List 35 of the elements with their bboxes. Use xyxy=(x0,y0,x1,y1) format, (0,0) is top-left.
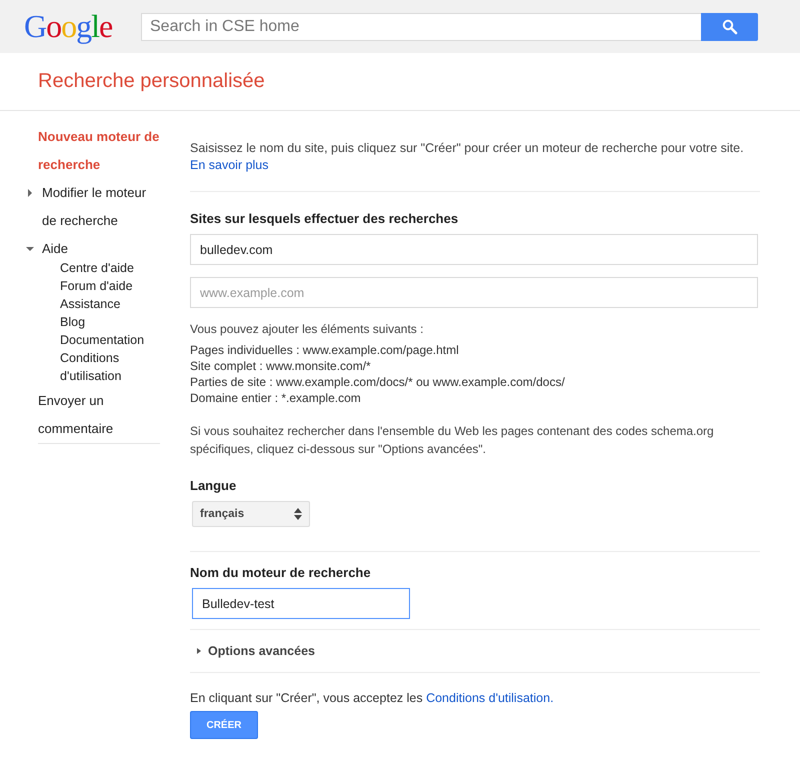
advanced-options-toggle[interactable]: Options avancées xyxy=(190,644,326,658)
terms-text: En cliquant sur "Créer", vous acceptez les Conditions d'utilisation. xyxy=(190,691,555,705)
sidebar-subitem[interactable]: Conditions d'utilisation xyxy=(60,349,160,385)
search-icon xyxy=(722,18,738,34)
page-title: Recherche personnalisée xyxy=(38,70,265,93)
google-logo[interactable]: Google xyxy=(24,8,114,45)
language-select[interactable]: français xyxy=(192,501,310,527)
sidebar-subitem[interactable]: Blog xyxy=(60,313,160,331)
sidebar-subitem[interactable]: Forum d'aide xyxy=(60,277,160,295)
hint-line: Pages individuelles : www.example.com/page.html xyxy=(190,342,460,358)
expander-icon xyxy=(26,245,34,253)
search-field[interactable]: Search in CSE home xyxy=(141,12,701,40)
sidebar-item[interactable]: Modifier le moteur de recherche xyxy=(22,179,160,235)
expander-icon xyxy=(196,647,202,655)
sidebar-subitem[interactable]: Assistance xyxy=(60,295,160,313)
intro-text: Saisissez le nom du site, puis cliquez sur "Créer" pour créer un moteur de recherche pour votre site. En savoir plus xyxy=(190,140,745,174)
site-input-field[interactable]: www.example.com xyxy=(190,277,758,308)
section-heading: Sites sur lesquels effectuer des recherches xyxy=(190,211,460,226)
updown-icon xyxy=(294,508,302,520)
hint-line: Domaine entier : *.example.com xyxy=(190,390,362,406)
expander-icon xyxy=(26,189,34,197)
schema-note: Si vous souhaitez rechercher dans l'ensemble du Web les pages contenant des codes schema.org spécifiques, cliquez ci-dessous sur "Options avancées". xyxy=(190,423,715,458)
engine-name-field[interactable]: Bulledev-test xyxy=(192,588,410,619)
hint-line: Parties de site : www.example.com/docs/* ou www.example.com/docs/ xyxy=(190,374,566,390)
learn-more-link[interactable]: En savoir plus xyxy=(190,158,269,172)
terms-link[interactable]: Conditions d'utilisation. xyxy=(426,691,554,705)
hint-text: Vous pouvez ajouter les éléments suivants : xyxy=(190,321,424,338)
sidebar-subitem[interactable]: Documentation xyxy=(60,331,160,349)
section-heading: Nom du moteur de recherche xyxy=(190,565,372,580)
sidebar-item[interactable]: Envoyer un commentaire xyxy=(22,387,160,443)
search-button[interactable] xyxy=(701,12,758,40)
hint-line: Site complet : www.monsite.com/* xyxy=(190,358,372,374)
site-input-field[interactable]: bulledev.com xyxy=(190,234,758,265)
section-heading: Langue xyxy=(190,478,238,493)
sidebar-item[interactable]: Nouveau moteur de recherche xyxy=(22,123,160,179)
